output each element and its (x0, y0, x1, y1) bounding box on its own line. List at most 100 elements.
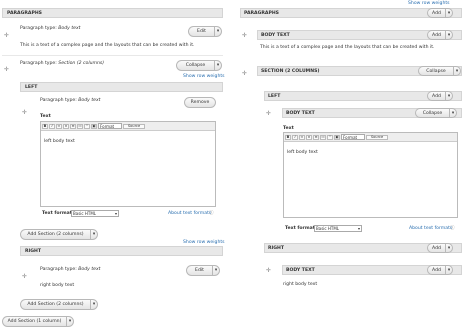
editor-toolbar: B I ∞ ⨯ ≡ ≔ " ▣ Format Source (41, 122, 215, 131)
add-split-button: Add ▾ (427, 91, 453, 101)
chevron-down-icon[interactable]: ▾ (445, 91, 453, 101)
format-select-label: Format (100, 123, 115, 129)
paragraph-type-value: Section (2 columns) (58, 61, 105, 66)
drag-handle-icon[interactable]: ✛ (266, 268, 271, 274)
format-select[interactable]: Format (98, 123, 122, 129)
edit-split-button: Edit ▾ (186, 265, 220, 276)
link-icon[interactable]: ∞ (56, 123, 62, 129)
text-editor[interactable]: B I ∞ ⨯ ≡ ≔ " ▣ Format Source left body … (283, 132, 458, 218)
bulleted-list-icon[interactable]: ≡ (70, 123, 76, 129)
paragraph-type-label: Paragraph type: (40, 267, 77, 272)
text-format-select[interactable]: Basic HTML ▾ (314, 225, 362, 232)
paragraph-type: Paragraph type: Body text (40, 267, 101, 272)
numbered-list-icon[interactable]: ≔ (77, 123, 83, 129)
editor-content: left body text (44, 139, 75, 144)
format-select-label: Format (343, 134, 358, 140)
chevron-down-icon[interactable]: ▾ (445, 243, 453, 253)
add-section-1col-button[interactable]: Add Section (1 column) (2, 316, 66, 327)
add-section-split-button: Add Section (2 columns) ▾ (20, 229, 98, 240)
add-split-button: Add ▾ (427, 8, 453, 18)
drag-handle-icon[interactable]: ✛ (4, 33, 9, 39)
paragraph-summary: right body text (283, 282, 318, 287)
paragraph-type: Paragraph type: Body text (40, 98, 101, 103)
paragraph-summary: This is a text of a complex page and the… (20, 43, 195, 48)
text-format-label: Text format (42, 211, 72, 216)
format-select[interactable]: Format (341, 134, 365, 140)
chevron-down-icon[interactable]: ▾ (445, 30, 453, 40)
link-icon[interactable]: ∞ (299, 134, 305, 140)
italic-button[interactable]: I (292, 134, 298, 140)
numbered-list-icon[interactable]: ≔ (320, 134, 326, 140)
text-format-label: Text format (285, 226, 315, 231)
show-row-weights-link[interactable]: Show row weights (408, 1, 450, 6)
paragraph-type: Paragraph type: Body text (20, 26, 81, 31)
chevron-down-icon[interactable]: ▾ (445, 265, 453, 275)
add-button[interactable]: Add (427, 91, 445, 101)
edit-button[interactable]: Edit (188, 26, 214, 37)
blockquote-icon[interactable]: " (84, 123, 90, 129)
blockquote-icon[interactable]: " (327, 134, 333, 140)
about-text-formats-link[interactable]: About text formats (409, 226, 452, 231)
drag-handle-icon[interactable]: ✛ (4, 67, 9, 73)
bulleted-list-icon[interactable]: ≡ (313, 134, 319, 140)
drag-handle-icon[interactable]: ✛ (242, 71, 247, 77)
drag-handle-icon[interactable]: ✛ (242, 33, 247, 39)
text-editor[interactable]: B I ∞ ⨯ ≡ ≔ " ▣ Format Source left body … (40, 121, 216, 207)
right-region-title: RIGHT (268, 246, 284, 251)
drag-handle-icon[interactable]: ✛ (22, 110, 27, 116)
source-button[interactable]: Source (123, 123, 145, 129)
add-section-split-button: Add Section (1 column) ▾ (2, 316, 74, 327)
chevron-down-icon[interactable]: ▾ (90, 299, 98, 310)
add-section-2col-button[interactable]: Add Section (2 columns) (20, 229, 90, 240)
show-row-weights-link[interactable]: Show row weights (183, 240, 225, 245)
section-title: SECTION (2 COLUMNS) (261, 69, 320, 74)
chevron-down-icon[interactable]: ▾ (445, 8, 453, 18)
edit-button[interactable]: Edit (186, 265, 212, 276)
bold-button[interactable]: B (285, 134, 291, 140)
chevron-down-icon[interactable]: ▾ (214, 60, 222, 71)
paragraph-type-label: Paragraph type: (20, 26, 57, 31)
paragraphs-title: PARAGRAPHS (7, 11, 42, 16)
divider (2, 55, 223, 56)
paragraph-summary: right body text (40, 283, 75, 288)
image-icon[interactable]: ▣ (91, 123, 97, 129)
paragraph-type-value: Body text (78, 267, 101, 272)
chevron-down-icon[interactable]: ▾ (66, 316, 74, 327)
add-button[interactable]: Add (427, 8, 445, 18)
chevron-down-icon[interactable]: ▾ (449, 108, 457, 118)
about-text-formats-link[interactable]: About text formats (168, 211, 211, 216)
drag-handle-icon[interactable]: ✛ (266, 111, 271, 117)
editor-content: left body text (287, 150, 318, 155)
body-text-title: BODY TEXT (261, 33, 290, 38)
text-format-select[interactable]: Basic HTML ▾ (71, 210, 119, 217)
text-format-value: Basic HTML (73, 211, 96, 216)
left-region-header: LEFT (20, 82, 223, 92)
collapse-button[interactable]: Collapse (418, 66, 453, 76)
remove-button[interactable]: Remove (184, 97, 216, 108)
help-icon: ⓘ (450, 226, 455, 231)
italic-button[interactable]: I (49, 123, 55, 129)
source-button[interactable]: Source (366, 134, 388, 140)
show-row-weights-link[interactable]: Show row weights (183, 74, 225, 79)
bold-button[interactable]: B (42, 123, 48, 129)
chevron-down-icon[interactable]: ▾ (90, 229, 98, 240)
unlink-icon[interactable]: ⨯ (63, 123, 69, 129)
right-region-title: RIGHT (25, 249, 41, 254)
paragraph-type-value: Body text (78, 98, 101, 103)
add-button[interactable]: Add (427, 243, 445, 253)
chevron-down-icon: ▾ (357, 226, 360, 231)
chevron-down-icon[interactable]: ▾ (214, 26, 222, 37)
add-button[interactable]: Add (427, 30, 445, 40)
drag-handle-icon[interactable]: ✛ (22, 274, 27, 280)
add-button[interactable]: Add (427, 265, 445, 275)
add-section-2col-button[interactable]: Add Section (2 columns) (20, 299, 90, 310)
chevron-down-icon[interactable]: ▾ (453, 66, 461, 76)
collapse-button[interactable]: Collapse (176, 60, 214, 71)
collapse-button[interactable]: Collapse (415, 108, 449, 118)
source-button-label: Source (127, 124, 141, 128)
text-format-value: Basic HTML (316, 226, 339, 231)
image-icon[interactable]: ▣ (334, 134, 340, 140)
chevron-down-icon[interactable]: ▾ (212, 265, 220, 276)
unlink-icon[interactable]: ⨯ (306, 134, 312, 140)
paragraph-type-label: Paragraph type: (20, 61, 57, 66)
